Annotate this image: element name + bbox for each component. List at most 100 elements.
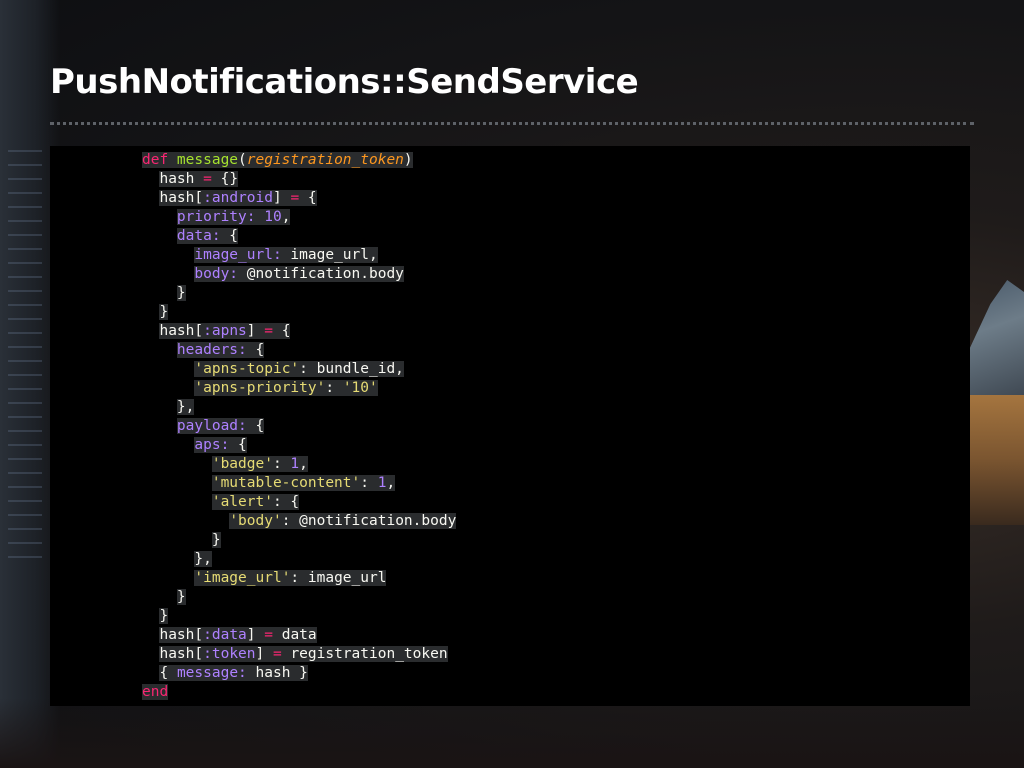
background-bottom-shade (0, 698, 1024, 768)
code-line: def message(registration_token) (142, 151, 970, 170)
code-line: headers: { (142, 341, 970, 360)
code-line: { message: hash } (142, 664, 970, 683)
code-token: }, (194, 551, 212, 567)
code-line-content: }, (176, 399, 195, 415)
code-token: = (290, 190, 300, 206)
code-token: 1 (290, 456, 300, 472)
code-token: 'mutable-content' (211, 475, 361, 491)
code-token: = (272, 646, 282, 662)
code-token: { (220, 228, 239, 244)
code-token: registration_token (246, 152, 404, 168)
code-token: { (229, 437, 247, 453)
code-token: data: (176, 228, 221, 244)
code-line: 'apns-priority': '10' (142, 379, 970, 398)
code-token: : { (272, 494, 300, 510)
code-line: priority: 10, (142, 208, 970, 227)
code-token: 'badge' (211, 456, 273, 472)
code-token: image_url, (281, 247, 378, 263)
code-line-content: 'apns-topic': bundle_id, (194, 361, 404, 377)
code-token: ] (246, 323, 265, 339)
background-mountain (968, 280, 1024, 400)
code-token: 'body' (229, 513, 282, 529)
code-token: headers: (176, 342, 247, 358)
code-line: aps: { (142, 436, 970, 455)
code-line: hash[:data] = data (142, 626, 970, 645)
code-line: } (142, 303, 970, 322)
code-token: { (246, 418, 265, 434)
code-token: hash (159, 171, 204, 187)
code-token: {} (211, 171, 239, 187)
code-line-content: 'body': @notification.body (229, 513, 457, 529)
code-token: message (176, 152, 239, 168)
code-token: { (159, 665, 177, 681)
code-token: 'image_url' (194, 570, 291, 586)
code-token: 'apns-topic' (194, 361, 300, 377)
code-line: end (142, 683, 970, 702)
code-line-content: 'mutable-content': 1, (211, 475, 396, 491)
code-line: data: { (142, 227, 970, 246)
code-token: priority: (176, 209, 256, 225)
code-token: : bundle_id, (299, 361, 404, 377)
code-token: 'apns-priority' (194, 380, 326, 396)
code-token: } (176, 589, 186, 605)
code-line: 'apns-topic': bundle_id, (142, 360, 970, 379)
code-line-content: end (142, 684, 169, 700)
code-line: hash[:apns] = { (142, 322, 970, 341)
code-token: registration_token (281, 646, 448, 662)
code-line-content: headers: { (176, 342, 265, 358)
code-line: 'body': @notification.body (142, 512, 970, 531)
code-token: ] (255, 646, 273, 662)
code-line: hash[:token] = registration_token (142, 645, 970, 664)
code-token: , (386, 475, 396, 491)
code-token: @notification.body (238, 266, 404, 282)
code-line-content: hash[:data] = data (159, 627, 317, 643)
code-token: hash[ (159, 646, 204, 662)
code-token: payload: (176, 418, 247, 434)
code-line-content: } (176, 589, 186, 605)
code-line-content: hash = {} (159, 171, 239, 187)
code-token: , (281, 209, 291, 225)
code-line-content: } (211, 532, 221, 548)
code-token: :apns (203, 323, 247, 339)
code-panel: def message(registration_token) hash = {… (50, 146, 970, 706)
code-token: = (264, 627, 273, 643)
code-token: { (246, 342, 265, 358)
slide-title: PushNotifications::SendService (50, 62, 639, 102)
code-line-content: aps: { (194, 437, 247, 453)
code-line-content: def message(registration_token) (142, 152, 413, 168)
code-token: = (264, 323, 273, 339)
code-line: }, (142, 550, 970, 569)
code-token: '10' (342, 380, 378, 396)
code-line-content: } (159, 304, 169, 320)
code-token: = (203, 171, 212, 187)
code-line-content: data: { (176, 228, 239, 244)
code-line: } (142, 531, 970, 550)
code-token: : (360, 475, 378, 491)
code-line: 'alert': { (142, 493, 970, 512)
code-line-content: } (159, 608, 169, 624)
code-line: image_url: image_url, (142, 246, 970, 265)
code-line-content: priority: 10, (176, 209, 291, 225)
code-token: hash[ (159, 627, 204, 643)
code-line-content: payload: { (176, 418, 265, 434)
code-line: } (142, 588, 970, 607)
code-token: body: (194, 266, 239, 282)
code-token: ] (246, 627, 265, 643)
code-line-content: 'badge': 1, (211, 456, 308, 472)
code-token: { (272, 323, 291, 339)
code-line: } (142, 607, 970, 626)
code-token: image_url: (194, 247, 282, 263)
code-token: : @notification.body (281, 513, 457, 529)
code-token: { (299, 190, 317, 206)
code-line-content: }, (194, 551, 212, 567)
code-token: } (176, 285, 186, 301)
code-line-content: 'image_url': image_url (194, 570, 387, 586)
code-token: 10 (264, 209, 282, 225)
code-token: : (325, 380, 343, 396)
code-line: 'badge': 1, (142, 455, 970, 474)
code-line: 'image_url': image_url (142, 569, 970, 588)
code-block: def message(registration_token) hash = {… (142, 151, 970, 702)
code-token: , (299, 456, 308, 472)
code-line: } (142, 284, 970, 303)
